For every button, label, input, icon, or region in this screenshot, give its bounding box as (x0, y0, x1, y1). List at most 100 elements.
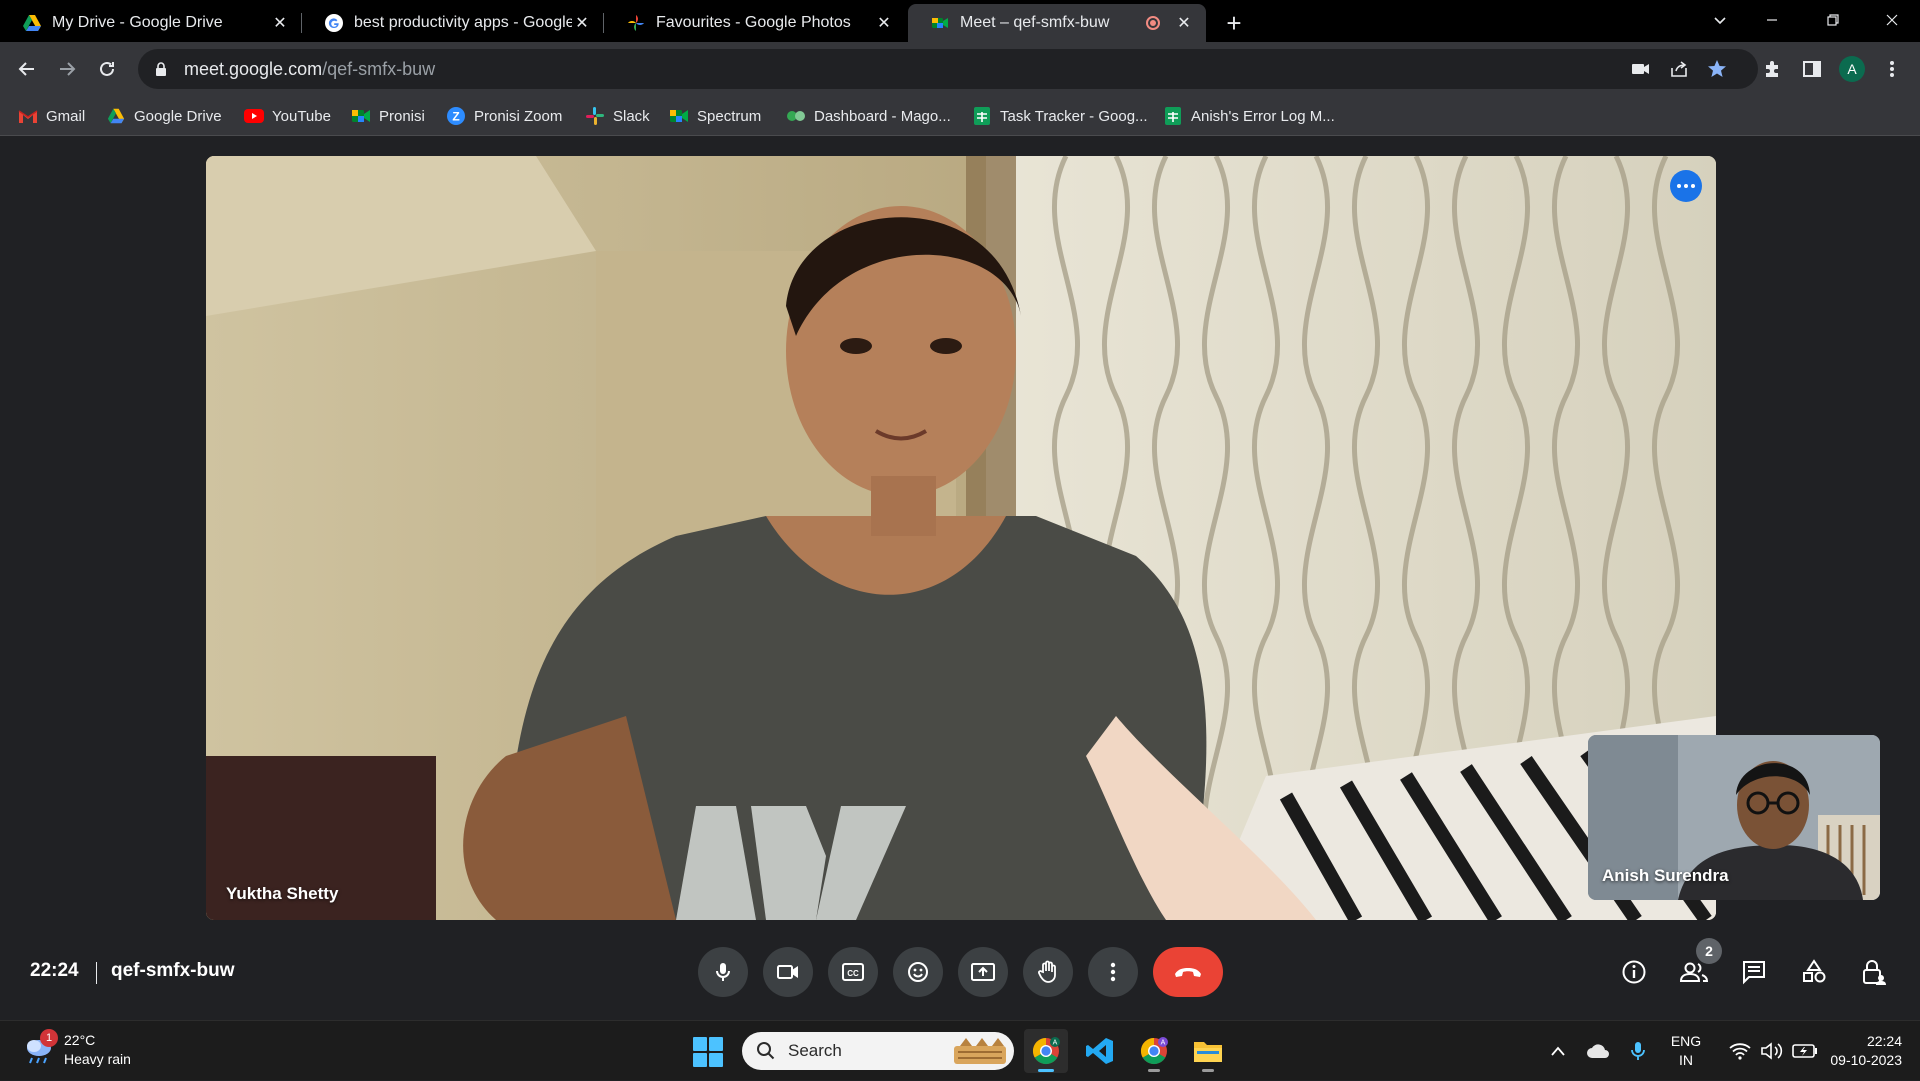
taskbar-file-explorer[interactable] (1186, 1029, 1230, 1073)
microphone-icon (1631, 1042, 1645, 1060)
raise-hand-button[interactable] (1023, 947, 1073, 997)
arrow-right-icon (60, 62, 76, 76)
side-panel-button[interactable] (1798, 55, 1826, 83)
extensions-button[interactable] (1758, 55, 1786, 83)
input-language-button[interactable]: ENG IN (1664, 1021, 1708, 1081)
forward-button[interactable] (53, 55, 81, 83)
bookmark-task-tracker[interactable]: Task Tracker - Goog... (972, 96, 1148, 136)
taskbar-vscode[interactable] (1078, 1029, 1122, 1073)
meeting-clock: 22:24 (30, 960, 79, 981)
youtube-icon (244, 109, 264, 123)
self-video-tile[interactable]: Anish Surendra (1588, 735, 1880, 900)
url-host: meet.google.com (184, 58, 323, 79)
tab-google-meet[interactable]: Meet – qef-smfx-buw ✕ (908, 4, 1206, 42)
captions-button[interactable]: CC (828, 947, 878, 997)
hand-icon (1038, 960, 1056, 983)
google-meet-icon (352, 110, 370, 122)
microphone-button[interactable] (698, 947, 748, 997)
present-screen-icon (971, 963, 995, 981)
close-icon[interactable]: ✕ (572, 13, 592, 33)
profile-button[interactable]: A (1838, 55, 1866, 83)
tab-strip: My Drive - Google Drive ✕ best productiv… (0, 0, 1920, 42)
browser-menu-button[interactable] (1878, 55, 1906, 83)
search-label: Search (788, 1041, 842, 1060)
tab-search-button[interactable] (1700, 6, 1740, 34)
window-close-button[interactable] (1872, 6, 1912, 34)
notification-badge: 1 (40, 1029, 58, 1047)
recording-indicator-icon (1146, 16, 1160, 30)
bookmark-slack[interactable]: Slack (585, 96, 650, 136)
bookmark-label: Task Tracker - Goog... (1000, 107, 1148, 125)
start-button[interactable] (693, 1037, 723, 1067)
more-options-button[interactable] (1088, 947, 1138, 997)
close-icon[interactable]: ✕ (874, 13, 894, 33)
taskbar-chrome-profile-b[interactable]: A (1132, 1029, 1176, 1073)
bookmark-dashboard[interactable]: Dashboard - Mago... (786, 96, 951, 136)
bookmark-error-log[interactable]: Anish's Error Log M... (1163, 96, 1335, 136)
new-tab-button[interactable]: + (1222, 8, 1246, 39)
slack-icon (586, 107, 604, 125)
restore-icon (1827, 14, 1839, 26)
end-call-button[interactable] (1153, 947, 1223, 997)
people-button[interactable] (1676, 954, 1712, 990)
camera-in-use-icon[interactable] (1630, 58, 1652, 80)
minimize-button[interactable] (1752, 6, 1792, 34)
meeting-details-button[interactable] (1616, 954, 1652, 990)
more-vert-icon (1110, 962, 1116, 982)
main-video-tile[interactable]: Yuktha Shetty (206, 156, 1716, 920)
emoji-icon (908, 962, 928, 982)
weather-widget[interactable]: 1 22°C Heavy rain (22, 1029, 131, 1069)
bookmark-pronisi[interactable]: Pronisi (351, 96, 425, 136)
chevron-down-icon (1714, 17, 1726, 25)
reactions-button[interactable] (893, 947, 943, 997)
quick-settings-button[interactable] (1718, 1021, 1828, 1081)
address-bar[interactable]: meet.google.com/qef-smfx-buw (138, 49, 1758, 89)
lock-person-icon (1863, 960, 1886, 985)
tab-google-drive[interactable]: My Drive - Google Drive ✕ (0, 4, 302, 42)
activities-button[interactable] (1796, 954, 1832, 990)
system-clock[interactable]: 22:24 09-10-2023 (1830, 1032, 1902, 1070)
windows-taskbar: 1 22°C Heavy rain Search A A ENG IN 22:2… (0, 1020, 1920, 1080)
microphone-in-use-button[interactable] (1624, 1021, 1652, 1081)
bookmark-gmail[interactable]: Gmail (18, 96, 85, 136)
show-hidden-icons-button[interactable] (1544, 1021, 1572, 1081)
hang-up-icon (1175, 968, 1201, 977)
google-photos-icon (628, 15, 644, 31)
bookmark-label: YouTube (272, 107, 331, 125)
camera-button[interactable] (763, 947, 813, 997)
bookmark-label: Pronisi Zoom (474, 107, 563, 125)
bookmark-pronisi-zoom[interactable]: Z Pronisi Zoom (446, 96, 562, 136)
taskbar-search[interactable]: Search (742, 1032, 1014, 1070)
video-camera-icon (777, 965, 798, 979)
taskbar-chrome-profile-a[interactable]: A (1024, 1029, 1068, 1073)
close-icon[interactable]: ✕ (1174, 13, 1194, 33)
folder-icon (1194, 1042, 1222, 1062)
bookmark-star-icon[interactable] (1706, 58, 1728, 80)
self-participant-name: Anish Surendra (1602, 866, 1729, 885)
bookmark-spectrum[interactable]: Spectrum (669, 96, 761, 136)
microphone-icon (716, 963, 730, 981)
rain-cloud-icon: 1 (22, 1029, 58, 1067)
tab-google-photos[interactable]: Favourites - Google Photos ✕ (604, 4, 906, 42)
close-icon[interactable]: ✕ (270, 13, 290, 33)
chat-button[interactable] (1736, 954, 1772, 990)
bookmark-google-drive[interactable]: Google Drive (106, 96, 222, 136)
meeting-code[interactable]: qef-smfx-buw (111, 960, 235, 982)
host-controls-button[interactable] (1856, 954, 1892, 990)
reload-button[interactable] (93, 55, 121, 83)
onedrive-button[interactable] (1582, 1021, 1614, 1081)
svg-text:A: A (1161, 1040, 1166, 1047)
svg-text:CC: CC (847, 969, 859, 978)
meet-control-bar: 22:24 qef-smfx-buw CC 2 (0, 920, 1920, 1020)
volume-icon (1761, 1042, 1783, 1060)
close-icon (1886, 14, 1898, 26)
present-screen-button[interactable] (958, 947, 1008, 997)
back-button[interactable] (13, 55, 41, 83)
gmail-icon (18, 110, 38, 123)
tile-options-button[interactable] (1670, 170, 1702, 202)
share-icon[interactable] (1668, 58, 1690, 80)
dashboard-icon (787, 111, 805, 121)
restore-button[interactable] (1813, 6, 1853, 34)
bookmark-youtube[interactable]: YouTube (244, 96, 331, 136)
tab-google-search[interactable]: best productivity apps - Google ✕ (302, 4, 604, 42)
